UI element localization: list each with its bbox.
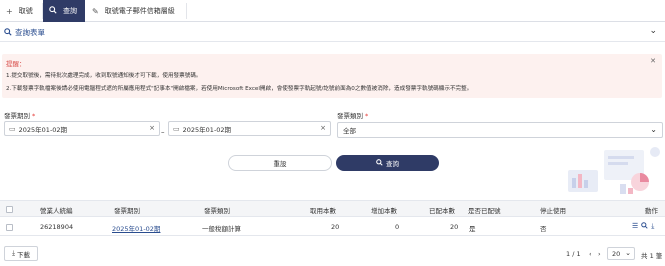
- chevron-down-icon[interactable]: ⌄: [649, 26, 657, 36]
- download-icon: ⤓: [12, 249, 15, 257]
- cell-is-allocated: 是: [469, 225, 476, 233]
- chevron-down-icon: ⌄: [650, 125, 657, 134]
- period-label: 發票期別 *: [4, 112, 36, 120]
- notice-alert: 提醒： 1.提交取號後，需待批次處理完成，收到取號通知後才可下載，使用發票號碼。…: [2, 54, 662, 98]
- col-taken: 取用本數: [310, 207, 336, 215]
- alert-title: 提醒：: [6, 60, 26, 68]
- cell-type: 一般稅額計算: [202, 225, 241, 233]
- edit-icon: ✎: [92, 6, 99, 16]
- col-type: 發票類別: [204, 207, 230, 215]
- next-page-icon[interactable]: ›: [598, 250, 601, 258]
- search-icon: [376, 158, 383, 168]
- search-icon[interactable]: [641, 222, 648, 231]
- cell-added: 0: [395, 223, 400, 231]
- list-icon[interactable]: ☰: [632, 222, 638, 231]
- tab-label: 取號電子郵件信箱層級: [104, 7, 175, 15]
- table-footer: ⤓ 下載 1 / 1 ‹ › 20 ⌄ 共 1 筆: [0, 242, 665, 266]
- tab-get-number[interactable]: + 取號: [0, 0, 42, 22]
- plus-icon: +: [6, 6, 13, 16]
- clear-icon[interactable]: ×: [149, 124, 155, 132]
- type-value: 全部: [343, 127, 356, 135]
- clear-icon[interactable]: ×: [320, 124, 326, 132]
- page-size-select[interactable]: 20 ⌄: [607, 247, 635, 260]
- cell-taken: 20: [331, 223, 340, 231]
- search-icon: [49, 6, 57, 16]
- type-select[interactable]: 全部 ⌄: [337, 122, 663, 138]
- total-count: 共 1 筆: [641, 252, 663, 260]
- col-period: 發票期別: [114, 207, 140, 215]
- col-stopped: 停止使用: [540, 207, 566, 215]
- cell-period-link[interactable]: 2025年01-02期: [112, 223, 160, 233]
- page-indicator: 1 / 1: [566, 250, 581, 258]
- table-header: 營業人統編 發票期別 發票類別 取用本數 增加本數 已配本數 是否已配號 停止使…: [0, 200, 665, 217]
- select-all-checkbox[interactable]: [6, 206, 13, 213]
- calendar-icon: ▭: [173, 124, 180, 133]
- col-is-allocated: 是否已配號: [468, 207, 501, 215]
- download-button[interactable]: ⤓ 下載: [4, 246, 38, 261]
- tab-email-level[interactable]: ✎ 取號電子郵件信箱層級: [86, 0, 186, 22]
- period-from-field[interactable]: ▭ 2025年01-02期 ×: [4, 121, 160, 136]
- tab-bar: + 取號 查詢 ✎ 取號電子郵件信箱層級: [0, 0, 665, 22]
- prev-page-icon[interactable]: ‹: [589, 250, 592, 258]
- reset-button[interactable]: 重設: [228, 155, 332, 171]
- col-ban: 營業人統編: [40, 207, 73, 215]
- col-allocated: 已配本數: [429, 207, 455, 215]
- cell-ban: 26218904: [40, 223, 74, 231]
- tab-label: 查詢: [63, 7, 77, 15]
- tab-query[interactable]: 查詢: [43, 0, 85, 22]
- cell-allocated: 20: [450, 223, 459, 231]
- col-actions: 動作: [645, 207, 658, 215]
- query-form-header[interactable]: 查詢表單: [0, 24, 665, 42]
- row-checkbox[interactable]: [6, 224, 13, 231]
- calendar-icon: ▭: [9, 124, 16, 133]
- alert-line-2: 2.下載發票字軌檔案後請必使用電腦程式遮的所屬應用程式"記事本"開啟檔案，若使用…: [6, 86, 473, 92]
- range-separator: –: [161, 128, 165, 136]
- period-to-field[interactable]: ▭ 2025年01-02期 ×: [168, 121, 331, 136]
- table-row: 26218904 2025年01-02期 一般稅額計算 20 0 20 是 否 …: [0, 218, 665, 236]
- search-icon: [4, 27, 12, 38]
- panel-title: 查詢表單: [15, 28, 45, 37]
- col-added: 增加本數: [371, 207, 397, 215]
- tab-label: 取號: [18, 7, 33, 15]
- download-icon[interactable]: ⤓: [651, 222, 654, 231]
- period-to-value: 2025年01-02期: [182, 125, 232, 134]
- row-actions: ☰ ⤓: [632, 222, 654, 231]
- type-label: 發票類別 *: [337, 112, 369, 120]
- cell-stopped: 否: [540, 225, 547, 233]
- decorative-illustration: [568, 147, 660, 194]
- alert-line-1: 1.提交取號後，需待批次處理完成，收到取號通知後才可下載，使用發票號碼。: [6, 73, 202, 79]
- chevron-down-icon: ⌄: [625, 249, 631, 257]
- period-from-value: 2025年01-02期: [18, 125, 68, 134]
- close-icon[interactable]: ✕: [650, 57, 656, 65]
- query-button[interactable]: 查詢: [336, 155, 439, 171]
